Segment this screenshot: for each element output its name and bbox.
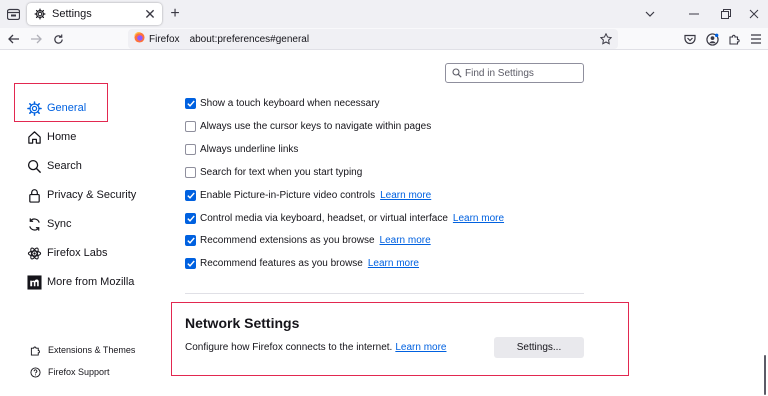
- firefox-logo-icon: [134, 31, 145, 46]
- category-home[interactable]: Home: [26, 127, 76, 147]
- option-label: Recommend features as you browse: [200, 257, 363, 269]
- category-label: More from Mozilla: [47, 276, 135, 288]
- back-arrow-icon[interactable]: [5, 30, 23, 48]
- puzzle-icon: [30, 345, 41, 356]
- close-window-icon[interactable]: [744, 4, 764, 24]
- category-firefox-labs[interactable]: Firefox Labs: [26, 243, 108, 263]
- option-row[interactable]: Enable Picture-in-Picture video controls…: [185, 188, 431, 202]
- search-input[interactable]: [465, 67, 583, 79]
- section-divider: [185, 293, 584, 294]
- gear-icon: [26, 100, 42, 116]
- option-row[interactable]: Control media via keyboard, headset, or …: [185, 211, 504, 225]
- url-bar[interactable]: Firefox about:preferences#general: [128, 29, 618, 49]
- checkbox[interactable]: [185, 120, 196, 132]
- navigation-toolbar: Firefox about:preferences#general: [0, 28, 768, 50]
- option-row[interactable]: Always use the cursor keys to navigate w…: [185, 119, 431, 133]
- option-label: Recommend extensions as you browse: [200, 234, 375, 246]
- category-more-from-mozilla[interactable]: More from Mozilla: [26, 272, 134, 292]
- identity-box[interactable]: Firefox: [134, 31, 188, 46]
- learn-more-link[interactable]: Learn more: [380, 235, 431, 246]
- category-privacy[interactable]: Privacy & Security: [26, 185, 136, 205]
- mozilla-icon: [26, 274, 42, 290]
- bookmark-star-icon[interactable]: [598, 31, 614, 47]
- extensions-themes-link[interactable]: Extensions & Themes: [30, 343, 135, 357]
- learn-more-link[interactable]: Learn more: [453, 213, 504, 224]
- checkbox[interactable]: [185, 189, 196, 201]
- option-label: Control media via keyboard, headset, or …: [200, 212, 448, 224]
- learn-more-link[interactable]: Learn more: [395, 342, 446, 353]
- category-label: Search: [47, 160, 82, 172]
- network-settings-button[interactable]: Settings...: [494, 337, 584, 358]
- option-row[interactable]: Recommend features as you browse Learn m…: [185, 256, 419, 270]
- option-label: Always underline links: [200, 143, 299, 155]
- tab-title: Settings: [52, 8, 92, 20]
- category-label: Home: [47, 131, 77, 143]
- learn-more-link[interactable]: Learn more: [368, 258, 419, 269]
- category-label: Sync: [47, 218, 72, 230]
- reload-icon[interactable]: [49, 30, 67, 48]
- atom-icon: [26, 245, 42, 261]
- scrollbar-thumb[interactable]: [764, 355, 766, 395]
- tab-strip: Settings ✕ +: [0, 0, 768, 28]
- restore-icon[interactable]: [716, 4, 736, 24]
- option-row[interactable]: Recommend extensions as you browse Learn…: [185, 233, 431, 247]
- checkbox[interactable]: [185, 212, 196, 224]
- footer-label: Extensions & Themes: [48, 345, 136, 355]
- search-icon: [26, 158, 42, 174]
- pocket-icon[interactable]: [681, 30, 699, 48]
- checkbox[interactable]: [185, 97, 196, 109]
- help-icon: [30, 366, 41, 378]
- network-settings-description: Configure how Firefox connects to the in…: [185, 342, 446, 353]
- home-icon: [26, 129, 42, 145]
- lock-icon: [26, 187, 42, 203]
- firefox-support-link[interactable]: Firefox Support: [30, 365, 110, 379]
- category-search[interactable]: Search: [26, 156, 82, 176]
- identity-label: Firefox: [149, 33, 180, 45]
- gear-icon: [34, 8, 46, 20]
- category-label: Firefox Labs: [47, 247, 108, 259]
- learn-more-link[interactable]: Learn more: [380, 190, 431, 201]
- tab-close-button[interactable]: ✕: [142, 6, 158, 22]
- checkbox[interactable]: [185, 234, 196, 246]
- option-label: Search for text when you start typing: [200, 166, 363, 178]
- option-row[interactable]: Search for text when you start typing: [185, 165, 362, 179]
- footer-label: Firefox Support: [48, 367, 110, 377]
- sync-icon: [26, 216, 42, 232]
- category-label: Privacy & Security: [47, 189, 137, 201]
- find-in-settings[interactable]: [445, 63, 584, 83]
- checkbox[interactable]: [185, 257, 196, 269]
- option-label: Show a touch keyboard when necessary: [200, 97, 380, 109]
- menu-icon[interactable]: [747, 30, 765, 48]
- checkbox[interactable]: [185, 166, 196, 178]
- tab-settings[interactable]: Settings ✕: [27, 3, 162, 25]
- option-row[interactable]: Always underline links: [185, 142, 298, 156]
- network-description-text: Configure how Firefox connects to the in…: [185, 342, 393, 353]
- category-general[interactable]: General: [26, 98, 86, 118]
- chevron-down-icon[interactable]: [640, 4, 660, 24]
- url-text[interactable]: about:preferences#general: [190, 34, 310, 45]
- new-tab-button[interactable]: +: [166, 5, 184, 23]
- extensions-icon[interactable]: [725, 30, 743, 48]
- category-sync[interactable]: Sync: [26, 214, 71, 234]
- preferences-page: General Home Search Privacy & Security S…: [0, 51, 768, 396]
- network-settings-heading: Network Settings: [185, 315, 300, 331]
- checkbox[interactable]: [185, 143, 196, 155]
- minimize-icon[interactable]: [684, 4, 704, 24]
- forward-arrow-icon[interactable]: [27, 30, 45, 48]
- option-label: Always use the cursor keys to navigate w…: [200, 120, 432, 132]
- category-label: General: [47, 102, 87, 114]
- option-row[interactable]: Show a touch keyboard when necessary: [185, 96, 380, 110]
- option-label: Enable Picture-in-Picture video controls: [200, 189, 376, 201]
- tab-list-icon[interactable]: [4, 5, 22, 23]
- search-icon: [452, 68, 462, 78]
- account-icon[interactable]: [703, 30, 721, 48]
